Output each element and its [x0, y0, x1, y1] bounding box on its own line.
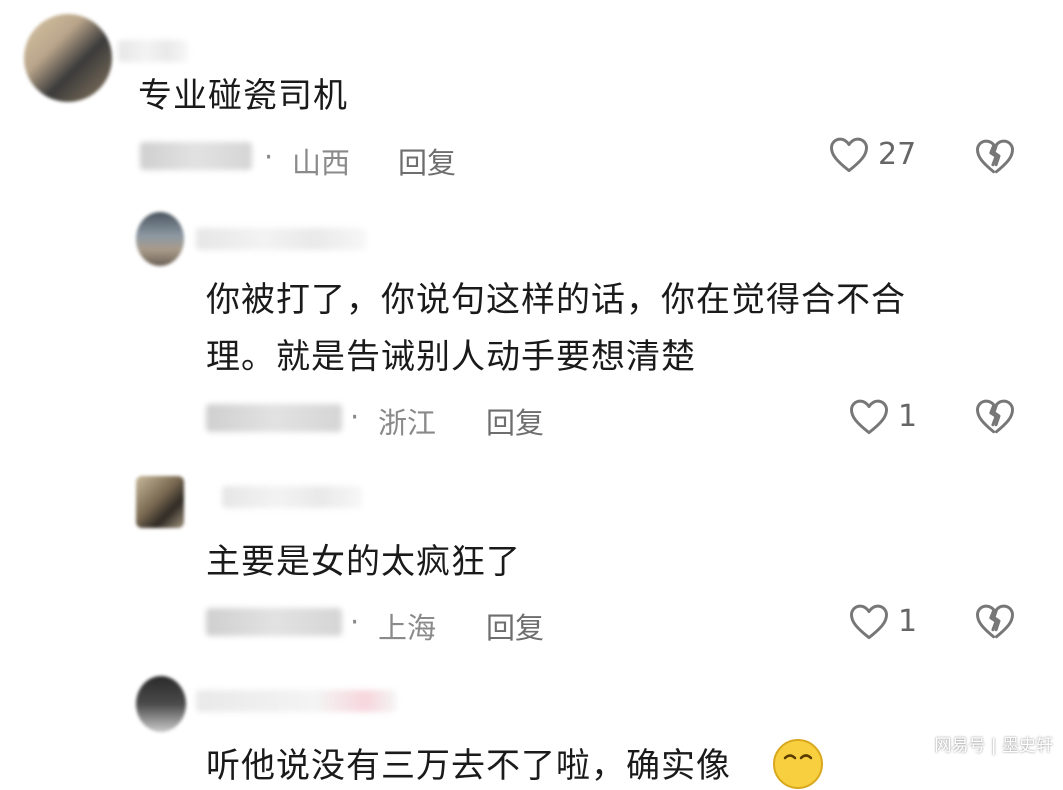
avatar[interactable] [24, 14, 112, 102]
like-count: 1 [898, 603, 918, 639]
avatar[interactable] [136, 476, 184, 528]
like-button[interactable]: 27 [828, 134, 916, 174]
broken-heart-icon [976, 139, 1014, 174]
like-button[interactable]: 1 [848, 601, 917, 641]
avatar[interactable] [136, 212, 184, 266]
heart-outline-icon [850, 399, 888, 435]
reply-button[interactable]: 回复 [486, 400, 544, 442]
dislike-button[interactable] [974, 136, 1016, 180]
location-label: 上海 [378, 611, 437, 645]
username-redacted[interactable] [196, 228, 366, 250]
dislike-button[interactable] [974, 601, 1016, 645]
reply-button[interactable]: 回复 [398, 140, 456, 182]
like-count: 1 [898, 398, 918, 434]
heart-outline-icon [850, 604, 888, 640]
broken-heart-icon [976, 604, 1014, 639]
timestamp-redacted [206, 404, 342, 432]
laughing-emoji-icon [773, 739, 823, 789]
meta-separator: · [350, 605, 360, 639]
username-redacted[interactable] [118, 40, 188, 62]
location-label: 山西 [292, 146, 351, 180]
location-label: 浙江 [378, 406, 437, 440]
timestamp-redacted [206, 608, 342, 636]
reply-button[interactable]: 回复 [486, 605, 544, 647]
username-redacted[interactable] [196, 690, 396, 712]
like-button[interactable]: 1 [848, 396, 917, 436]
comment-text-partial: 听他说没有三万去不了啦，确实像 [206, 746, 731, 786]
broken-heart-icon [976, 399, 1014, 434]
like-count: 27 [878, 136, 917, 172]
comment-text-line-2: 理。就是告诫别人动手要想清楚 [206, 337, 696, 377]
watermark-text: 网易号 | 墨史轩 [934, 736, 1053, 756]
heart-outline-icon [830, 137, 868, 173]
comment-text: 主要是女的太疯狂了 [206, 542, 521, 582]
dislike-button[interactable] [974, 396, 1016, 440]
username-redacted[interactable] [222, 486, 362, 508]
meta-separator: · [350, 400, 360, 434]
comment-text: 专业碰瓷司机 [138, 76, 348, 116]
timestamp-redacted [140, 142, 252, 170]
meta-separator: · [264, 140, 274, 174]
avatar[interactable] [136, 676, 186, 732]
comment-text-line-1: 你被打了，你说句这样的话，你在觉得合不合 [206, 280, 906, 320]
